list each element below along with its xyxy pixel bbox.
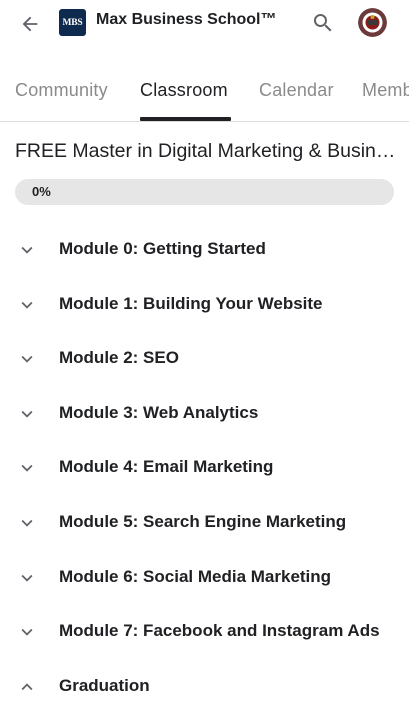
tab-members[interactable]: Members <box>362 80 409 101</box>
module-row[interactable]: Module 1: Building Your Website <box>0 279 409 333</box>
module-row[interactable]: Module 5: Search Engine Marketing <box>0 497 409 551</box>
search-icon <box>314 14 332 32</box>
module-label: Graduation <box>59 675 150 695</box>
chevron-up-icon[interactable] <box>16 676 38 698</box>
page-title: Max Business School™ <box>96 11 277 28</box>
chevron-down-icon[interactable] <box>16 403 38 425</box>
module-label: Module 4: Email Marketing <box>59 457 274 477</box>
tab-classroom[interactable]: Classroom <box>140 80 228 101</box>
chevron-down-icon[interactable] <box>16 457 38 479</box>
tab-bar: Community Classroom Calendar Members <box>0 58 409 122</box>
user-avatar-icon <box>358 8 387 37</box>
chevron-down-icon[interactable] <box>16 512 38 534</box>
tab-community[interactable]: Community <box>15 80 108 101</box>
module-label: Module 0: Getting Started <box>59 239 266 258</box>
module-row[interactable]: Module 0: Getting Started <box>0 224 409 278</box>
module-label: Module 2: SEO <box>59 348 179 368</box>
avatar[interactable] <box>358 8 387 37</box>
module-label: Module 7: Facebook and Instagram Ads <box>59 621 380 641</box>
chevron-down-icon[interactable] <box>16 239 38 261</box>
course-title: FREE Master in Digital Marketing & Busin… <box>15 140 400 162</box>
module-row[interactable]: Graduation <box>0 661 409 715</box>
active-tab-indicator <box>140 117 231 121</box>
module-label: Module 5: Search Engine Marketing <box>59 512 347 531</box>
top-app-bar: MBS Max Business School™ <box>0 0 409 58</box>
tab-calendar[interactable]: Calendar <box>259 80 334 101</box>
search-button[interactable] <box>309 9 337 37</box>
school-logo[interactable]: MBS <box>59 9 86 36</box>
arrow-left-icon <box>22 16 38 32</box>
module-row[interactable]: Module 3: Web Analytics <box>0 388 409 442</box>
back-button[interactable] <box>16 10 44 38</box>
chevron-down-icon[interactable] <box>16 567 38 589</box>
chevron-down-icon[interactable] <box>16 621 38 643</box>
progress-label: 0% <box>32 184 51 199</box>
course-progress-bar: 0% <box>15 179 394 205</box>
module-label: Module 3: Web Analytics <box>59 402 259 422</box>
module-row[interactable]: Module 2: SEO <box>0 333 409 387</box>
chevron-down-icon[interactable] <box>16 348 38 370</box>
module-label: Module 6: Social Media Marketing <box>59 566 332 586</box>
module-row[interactable]: Module 7: Facebook and Instagram Ads <box>0 606 409 660</box>
module-label: Module 1: Building Your Website <box>59 293 323 313</box>
module-row[interactable]: Module 6: Social Media Marketing <box>0 552 409 606</box>
chevron-down-icon[interactable] <box>16 294 38 316</box>
module-row[interactable]: Module 4: Email Marketing <box>0 442 409 496</box>
